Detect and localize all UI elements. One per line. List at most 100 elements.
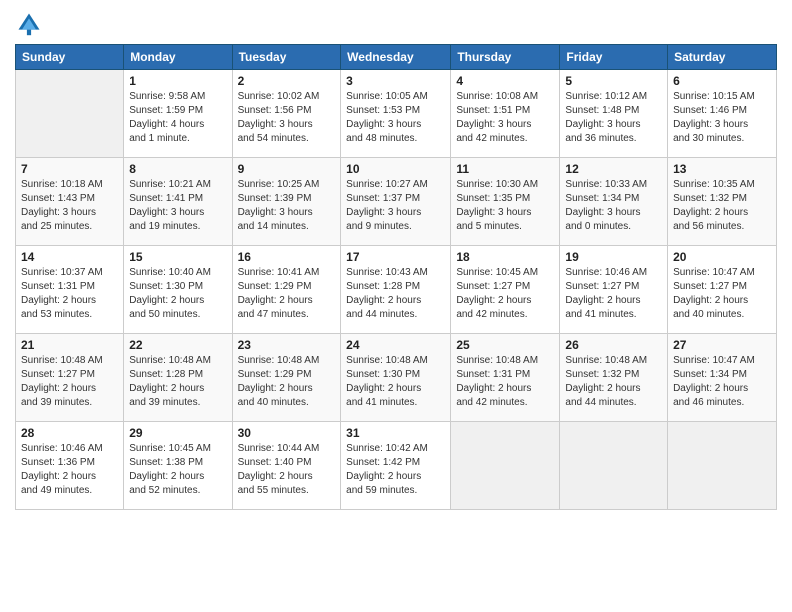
day-number: 8 bbox=[129, 162, 226, 176]
day-header-monday: Monday bbox=[124, 45, 232, 70]
day-number: 6 bbox=[673, 74, 771, 88]
logo-icon bbox=[15, 10, 43, 38]
day-info: Sunrise: 10:25 AM Sunset: 1:39 PM Daylig… bbox=[238, 178, 336, 234]
day-info: Sunrise: 10:18 AM Sunset: 1:43 PM Daylig… bbox=[21, 178, 118, 234]
day-info: Sunrise: 10:44 AM Sunset: 1:40 PM Daylig… bbox=[238, 442, 336, 498]
calendar-cell: 13 Sunrise: 10:35 AM Sunset: 1:32 PM Dayl… bbox=[668, 158, 777, 246]
day-number: 14 bbox=[21, 250, 118, 264]
calendar-cell: 15Sunrise: 10:40 AM Sunset: 1:30 PM Dayl… bbox=[124, 246, 232, 334]
calendar-cell: 12 Sunrise: 10:33 AM Sunset: 1:34 PM Dayl… bbox=[560, 158, 668, 246]
day-number: 4 bbox=[456, 74, 554, 88]
day-info: Sunrise: 10:48 AM Sunset: 1:28 PM Daylig… bbox=[129, 354, 226, 410]
calendar-cell: 31 Sunrise: 10:42 AM Sunset: 1:42 PM Dayl… bbox=[341, 422, 451, 510]
day-info: Sunrise: 10:30 AM Sunset: 1:35 PM Daylig… bbox=[456, 178, 554, 234]
day-number: 27 bbox=[673, 338, 771, 352]
day-info: Sunrise: 10:48 AM Sunset: 1:27 PM Daylig… bbox=[21, 354, 118, 410]
day-number: 24 bbox=[346, 338, 445, 352]
day-info: Sunrise: 10:47 AM Sunset: 1:27 PM Daylig… bbox=[673, 266, 771, 322]
calendar-cell bbox=[668, 422, 777, 510]
calendar-cell: 26 Sunrise: 10:48 AM Sunset: 1:32 PM Dayl… bbox=[560, 334, 668, 422]
calendar-cell bbox=[16, 70, 124, 158]
day-info: Sunrise: 10:48 AM Sunset: 1:29 PM Daylig… bbox=[238, 354, 336, 410]
day-info: Sunrise: 10:41 AM Sunset: 1:29 PM Daylig… bbox=[238, 266, 336, 322]
calendar-cell: 6 Sunrise: 10:15 AM Sunset: 1:46 PM Dayli… bbox=[668, 70, 777, 158]
calendar-cell: 2 Sunrise: 10:02 AM Sunset: 1:56 PM Dayli… bbox=[232, 70, 341, 158]
day-number: 2 bbox=[238, 74, 336, 88]
day-header-sunday: Sunday bbox=[16, 45, 124, 70]
calendar-week-5: 28 Sunrise: 10:46 AM Sunset: 1:36 PM Dayl… bbox=[16, 422, 777, 510]
day-info: Sunrise: 10:48 AM Sunset: 1:32 PM Daylig… bbox=[565, 354, 662, 410]
calendar-week-4: 21Sunrise: 10:48 AM Sunset: 1:27 PM Dayl… bbox=[16, 334, 777, 422]
day-number: 9 bbox=[238, 162, 336, 176]
day-info: Sunrise: 10:27 AM Sunset: 1:37 PM Daylig… bbox=[346, 178, 445, 234]
day-info: Sunrise: 9:58 AM Sunset: 1:59 PM Dayligh… bbox=[129, 90, 226, 146]
calendar-cell bbox=[451, 422, 560, 510]
day-header-saturday: Saturday bbox=[668, 45, 777, 70]
calendar-cell: 16Sunrise: 10:41 AM Sunset: 1:29 PM Dayl… bbox=[232, 246, 341, 334]
day-info: Sunrise: 10:47 AM Sunset: 1:34 PM Daylig… bbox=[673, 354, 771, 410]
calendar-cell: 3Sunrise: 10:05 AM Sunset: 1:53 PM Dayli… bbox=[341, 70, 451, 158]
day-header-wednesday: Wednesday bbox=[341, 45, 451, 70]
day-info: Sunrise: 10:35 AM Sunset: 1:32 PM Daylig… bbox=[673, 178, 771, 234]
calendar-cell: 5Sunrise: 10:12 AM Sunset: 1:48 PM Dayli… bbox=[560, 70, 668, 158]
calendar-cell bbox=[560, 422, 668, 510]
calendar-cell: 11Sunrise: 10:30 AM Sunset: 1:35 PM Dayl… bbox=[451, 158, 560, 246]
calendar-cell: 29 Sunrise: 10:45 AM Sunset: 1:38 PM Dayl… bbox=[124, 422, 232, 510]
day-info: Sunrise: 10:21 AM Sunset: 1:41 PM Daylig… bbox=[129, 178, 226, 234]
calendar-table: SundayMondayTuesdayWednesdayThursdayFrid… bbox=[15, 44, 777, 510]
day-info: Sunrise: 10:46 AM Sunset: 1:27 PM Daylig… bbox=[565, 266, 662, 322]
day-number: 20 bbox=[673, 250, 771, 264]
calendar-cell: 4 Sunrise: 10:08 AM Sunset: 1:51 PM Dayli… bbox=[451, 70, 560, 158]
calendar-cell: 14Sunrise: 10:37 AM Sunset: 1:31 PM Dayl… bbox=[16, 246, 124, 334]
day-info: Sunrise: 10:02 AM Sunset: 1:56 PM Daylig… bbox=[238, 90, 336, 146]
day-number: 1 bbox=[129, 74, 226, 88]
logo bbox=[15, 10, 47, 38]
calendar-cell: 22 Sunrise: 10:48 AM Sunset: 1:28 PM Dayl… bbox=[124, 334, 232, 422]
calendar-cell: 19 Sunrise: 10:46 AM Sunset: 1:27 PM Dayl… bbox=[560, 246, 668, 334]
day-number: 19 bbox=[565, 250, 662, 264]
day-number: 17 bbox=[346, 250, 445, 264]
day-info: Sunrise: 10:45 AM Sunset: 1:38 PM Daylig… bbox=[129, 442, 226, 498]
day-number: 13 bbox=[673, 162, 771, 176]
day-info: Sunrise: 10:43 AM Sunset: 1:28 PM Daylig… bbox=[346, 266, 445, 322]
calendar-header-row: SundayMondayTuesdayWednesdayThursdayFrid… bbox=[16, 45, 777, 70]
day-number: 25 bbox=[456, 338, 554, 352]
day-header-tuesday: Tuesday bbox=[232, 45, 341, 70]
day-info: Sunrise: 10:42 AM Sunset: 1:42 PM Daylig… bbox=[346, 442, 445, 498]
day-header-thursday: Thursday bbox=[451, 45, 560, 70]
day-number: 29 bbox=[129, 426, 226, 440]
day-number: 12 bbox=[565, 162, 662, 176]
calendar-cell: 21Sunrise: 10:48 AM Sunset: 1:27 PM Dayl… bbox=[16, 334, 124, 422]
day-info: Sunrise: 10:15 AM Sunset: 1:46 PM Daylig… bbox=[673, 90, 771, 146]
calendar-cell: 7 Sunrise: 10:18 AM Sunset: 1:43 PM Dayli… bbox=[16, 158, 124, 246]
day-number: 7 bbox=[21, 162, 118, 176]
day-info: Sunrise: 10:48 AM Sunset: 1:31 PM Daylig… bbox=[456, 354, 554, 410]
day-info: Sunrise: 10:46 AM Sunset: 1:36 PM Daylig… bbox=[21, 442, 118, 498]
calendar-cell: 10 Sunrise: 10:27 AM Sunset: 1:37 PM Dayl… bbox=[341, 158, 451, 246]
day-number: 31 bbox=[346, 426, 445, 440]
calendar-week-3: 14Sunrise: 10:37 AM Sunset: 1:31 PM Dayl… bbox=[16, 246, 777, 334]
calendar-cell: 20 Sunrise: 10:47 AM Sunset: 1:27 PM Dayl… bbox=[668, 246, 777, 334]
calendar-cell: 30 Sunrise: 10:44 AM Sunset: 1:40 PM Dayl… bbox=[232, 422, 341, 510]
calendar-cell: 17 Sunrise: 10:43 AM Sunset: 1:28 PM Dayl… bbox=[341, 246, 451, 334]
calendar-cell: 24 Sunrise: 10:48 AM Sunset: 1:30 PM Dayl… bbox=[341, 334, 451, 422]
calendar-cell: 1 Sunrise: 9:58 AM Sunset: 1:59 PM Daylig… bbox=[124, 70, 232, 158]
calendar-week-2: 7 Sunrise: 10:18 AM Sunset: 1:43 PM Dayli… bbox=[16, 158, 777, 246]
calendar-cell: 27 Sunrise: 10:47 AM Sunset: 1:34 PM Dayl… bbox=[668, 334, 777, 422]
day-number: 28 bbox=[21, 426, 118, 440]
day-number: 5 bbox=[565, 74, 662, 88]
day-number: 26 bbox=[565, 338, 662, 352]
day-number: 10 bbox=[346, 162, 445, 176]
day-info: Sunrise: 10:33 AM Sunset: 1:34 PM Daylig… bbox=[565, 178, 662, 234]
day-number: 30 bbox=[238, 426, 336, 440]
calendar-cell: 25 Sunrise: 10:48 AM Sunset: 1:31 PM Dayl… bbox=[451, 334, 560, 422]
calendar-cell: 28 Sunrise: 10:46 AM Sunset: 1:36 PM Dayl… bbox=[16, 422, 124, 510]
page-header bbox=[15, 10, 777, 38]
day-number: 23 bbox=[238, 338, 336, 352]
day-info: Sunrise: 10:45 AM Sunset: 1:27 PM Daylig… bbox=[456, 266, 554, 322]
day-info: Sunrise: 10:40 AM Sunset: 1:30 PM Daylig… bbox=[129, 266, 226, 322]
day-info: Sunrise: 10:08 AM Sunset: 1:51 PM Daylig… bbox=[456, 90, 554, 146]
day-info: Sunrise: 10:48 AM Sunset: 1:30 PM Daylig… bbox=[346, 354, 445, 410]
day-info: Sunrise: 10:05 AM Sunset: 1:53 PM Daylig… bbox=[346, 90, 445, 146]
day-number: 22 bbox=[129, 338, 226, 352]
